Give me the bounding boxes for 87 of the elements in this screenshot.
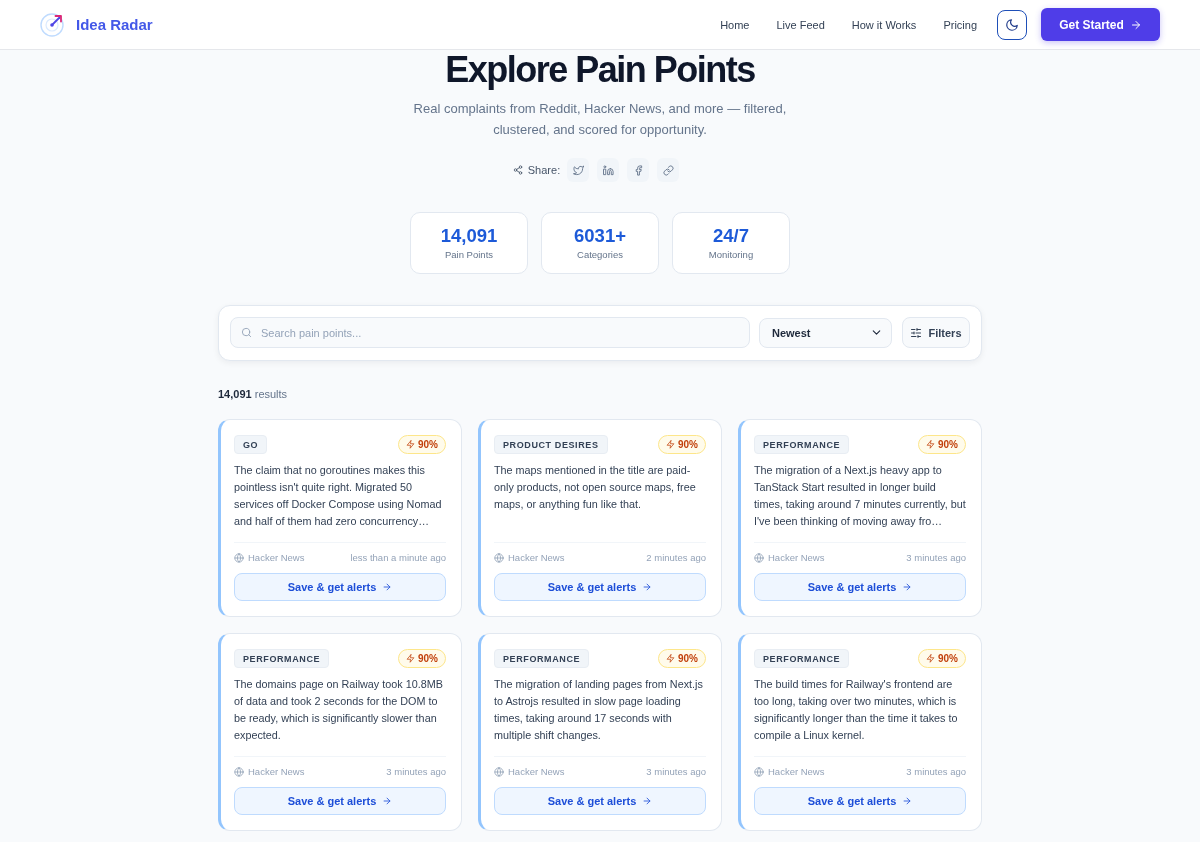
share-icon <box>512 165 523 175</box>
time-label: 3 minutes ago <box>906 552 966 564</box>
lightning-icon <box>406 654 415 663</box>
radar-logo-icon <box>40 12 64 37</box>
arrow-right-icon <box>1129 18 1142 31</box>
globe-icon <box>494 553 504 563</box>
share-label: Share: <box>527 164 561 176</box>
share-button[interactable] <box>567 158 590 182</box>
time-label: 3 minutes ago <box>646 766 706 778</box>
nav-link[interactable]: Pricing <box>943 18 977 31</box>
moon-icon <box>1005 17 1019 32</box>
pain-point-text: The migration of a Next.js heavy app to TanStack Start resulted in longer build times, taking around 7 minutes currently, but I've been thinking of moving away fro… <box>754 463 967 529</box>
score-value: 90% <box>938 653 958 664</box>
save-alerts-button[interactable]: Save & get alerts <box>754 573 966 601</box>
time-label: 2 minutes ago <box>646 552 706 564</box>
time-label: less than a minute ago <box>350 552 446 564</box>
pain-point-text: The migration of landing pages from Next.js to Astrojs resulted in slow page loading times, taking around 17 seconds with multiple shift changes. <box>494 677 704 743</box>
globe-icon <box>234 553 244 563</box>
sort-dropdown[interactable]: Newest <box>759 317 892 348</box>
category-tag: GO <box>234 435 268 454</box>
pain-point-text: The build times for Railway's frontend are too long, taking over two minutes, which is significantly longer than the time it takes to compile a Linux kernel. <box>754 677 959 743</box>
save-alerts-button[interactable]: Save & get alerts <box>494 787 706 815</box>
save-alerts-button[interactable]: Save & get alerts <box>234 787 446 815</box>
lightning-icon <box>406 440 415 449</box>
page-title: Explore Pain Points <box>445 50 755 90</box>
globe-icon <box>754 767 764 777</box>
nav-link[interactable]: How it Works <box>851 18 917 31</box>
source-label: Hacker News <box>248 552 305 564</box>
save-alerts-button[interactable]: Save & get alerts <box>494 573 706 601</box>
category-tag: PERFORMANCE <box>754 435 850 454</box>
category-tag: PERFORMANCE <box>754 649 850 668</box>
score-value: 90% <box>678 439 698 450</box>
arrow-right-icon <box>902 582 913 592</box>
time-label: 3 minutes ago <box>906 766 966 778</box>
lightning-icon <box>926 440 935 449</box>
globe-icon <box>234 767 244 777</box>
save-alerts-button[interactable]: Save & get alerts <box>234 573 446 601</box>
score-value: 90% <box>938 439 958 450</box>
score-value: 90% <box>678 653 698 664</box>
source-label: Hacker News <box>248 766 305 778</box>
page-subtitle: Real complaints from Reddit, Hacker News, and more — filtered, clustered, and scored for opportunity. <box>412 100 788 139</box>
stat-value: 24/7 <box>713 225 749 246</box>
stat-label: Monitoring <box>708 248 754 261</box>
score-value: 90% <box>418 439 438 450</box>
category-tag: PERFORMANCE <box>494 649 590 668</box>
category-tag: PRODUCT DESIRES <box>494 435 608 454</box>
bird-icon <box>572 164 584 176</box>
source-label: Hacker News <box>508 552 565 564</box>
pain-point-text: The claim that no goroutines makes this pointless isn't quite right. Migrated 50 services off Docker Compose using Nomad and half of them had zero concurrency… <box>234 463 443 529</box>
time-label: 3 minutes ago <box>386 766 446 778</box>
nav-link[interactable]: Home <box>720 18 750 31</box>
pain-point-text: The maps mentioned in the title are paid-only products, not open source maps, free maps, or anything fun like that. <box>494 463 697 512</box>
arrow-right-icon <box>642 796 653 806</box>
link-icon <box>662 164 674 176</box>
lightning-icon <box>666 654 675 663</box>
theme-toggle-button[interactable] <box>997 9 1027 40</box>
search-field[interactable]: Search pain points... <box>230 317 750 348</box>
pain-point-text: The domains page on Railway took 10.8MB of data and took 2 seconds for the DOM to be ready, which is significantly slower than expected. <box>234 677 444 743</box>
globe-icon <box>494 767 504 777</box>
arrow-right-icon <box>902 796 913 806</box>
lightning-icon <box>666 440 675 449</box>
share-button[interactable] <box>597 158 620 182</box>
nav-link[interactable]: Live Feed <box>776 18 825 31</box>
sliders-icon <box>910 326 923 339</box>
arrow-right-icon <box>382 582 393 592</box>
share-button[interactable] <box>627 158 650 182</box>
arrow-right-icon <box>382 796 393 806</box>
stat-value: 14,091 <box>440 225 498 246</box>
stat-label: Pain Points <box>444 248 494 261</box>
category-tag: PERFORMANCE <box>234 649 330 668</box>
source-label: Hacker News <box>768 552 825 564</box>
share-button[interactable] <box>657 158 680 182</box>
linkedin-icon <box>602 164 614 176</box>
stat-label: Categories <box>577 248 623 261</box>
stat-value: 6031+ <box>574 225 626 246</box>
search-icon <box>241 327 252 338</box>
filters-button[interactable]: Filters <box>902 317 970 348</box>
lightning-icon <box>926 654 935 663</box>
globe-icon <box>754 553 764 563</box>
source-label: Hacker News <box>768 766 825 778</box>
source-label: Hacker News <box>508 766 565 778</box>
brand-name: Idea Radar <box>76 16 153 33</box>
get-started-button[interactable]: Get Started <box>1041 8 1160 41</box>
results-count: 14,091 results <box>218 387 288 402</box>
score-value: 90% <box>418 653 438 664</box>
save-alerts-button[interactable]: Save & get alerts <box>754 787 966 815</box>
arrow-right-icon <box>642 582 653 592</box>
